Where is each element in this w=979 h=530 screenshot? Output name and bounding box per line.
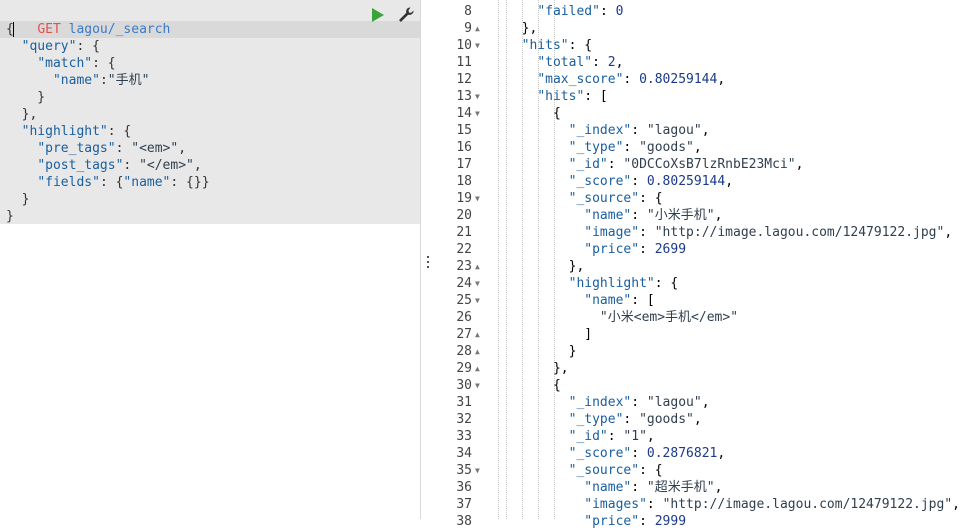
response-line: "name": [	[584, 293, 655, 308]
response-line: "name": "小米手机",	[584, 208, 723, 223]
http-method: GET	[37, 22, 61, 37]
line-number: 21	[456, 225, 472, 240]
line-number: 36	[456, 480, 472, 495]
line-number: 33	[456, 429, 472, 444]
response-line: "failed": 0	[537, 4, 624, 19]
response-line: }	[506, 344, 577, 359]
request-body-line[interactable]: },	[6, 106, 38, 123]
fold-expand-icon[interactable]: ▲	[475, 258, 483, 275]
request-body-line[interactable]: "match": {	[6, 55, 115, 72]
response-line: "hits": [	[537, 89, 608, 104]
response-line: "highlight": {	[568, 276, 679, 291]
line-number: 31	[456, 395, 472, 410]
response-line: "_type": "goods",	[568, 412, 702, 427]
line-number: 37	[456, 497, 472, 512]
fold-collapse-icon[interactable]: ▼	[475, 88, 483, 105]
fold-collapse-icon[interactable]: ▼	[475, 190, 483, 207]
line-number: 24	[456, 276, 472, 291]
request-body-line[interactable]: "pre_tags": "<em>",	[6, 140, 186, 157]
line-number: 29	[456, 361, 472, 376]
line-number: 15	[456, 123, 472, 138]
response-line: "_id": "0DCCoXsB7lzRnbE23Mci",	[568, 157, 804, 172]
fold-collapse-icon[interactable]: ▼	[475, 105, 483, 122]
response-line: ]	[506, 327, 593, 342]
line-number: 11	[456, 55, 472, 70]
line-number: 8	[464, 4, 472, 19]
response-line: "_type": "goods",	[568, 140, 702, 155]
request-editor-panel[interactable]: GET lagou/_search { "query": { "match": …	[0, 0, 421, 519]
line-number: 14	[456, 106, 472, 121]
line-number: 20	[456, 208, 472, 223]
response-panel[interactable]: 8 "failed": 0 9 ▲ }, 10 ▼ "hits": {11 "total…	[434, 0, 979, 529]
response-line: "_id": "1",	[568, 429, 655, 444]
line-number: 32	[456, 412, 472, 427]
request-body-line[interactable]: "name":"手机"	[6, 72, 149, 89]
line-number: 19	[456, 191, 472, 206]
text-cursor	[13, 22, 14, 37]
request-body-line[interactable]: }	[6, 208, 14, 225]
line-number: 12	[456, 72, 472, 87]
play-icon[interactable]	[372, 8, 384, 22]
request-body-line[interactable]: }	[6, 89, 45, 106]
line-number: 28	[456, 344, 472, 359]
response-line: "total": 2,	[537, 55, 624, 70]
fold-expand-icon[interactable]: ▲	[475, 360, 483, 377]
request-path: lagou/_search	[68, 22, 171, 37]
fold-collapse-icon[interactable]: ▼	[475, 292, 483, 309]
response-line: "_source": {	[568, 191, 663, 206]
response-line: "hits": {	[521, 38, 593, 53]
request-body-line[interactable]: "query": {	[6, 38, 100, 55]
fold-collapse-icon[interactable]: ▼	[475, 37, 483, 54]
response-line: "image": "http://image.lagou.com/1247912…	[584, 225, 953, 240]
line-number: 30	[456, 378, 472, 393]
response-line: "name": "超米手机",	[584, 480, 723, 495]
line-number: 25	[456, 293, 472, 308]
response-line: "_index": "lagou",	[568, 395, 710, 410]
line-number: 34	[456, 446, 472, 461]
response-line: },	[506, 259, 585, 274]
response-line: },	[506, 361, 569, 376]
response-line: "price": 2699	[584, 242, 687, 257]
line-number: 10	[456, 38, 472, 53]
line-number: 35	[456, 463, 472, 478]
fold-collapse-icon[interactable]: ▼	[475, 462, 483, 479]
line-number: 27	[456, 327, 472, 342]
line-number: 9	[464, 21, 472, 36]
fold-expand-icon[interactable]: ▲	[475, 326, 483, 343]
line-number: 17	[456, 157, 472, 172]
response-line: "_score": 0.2876821,	[568, 446, 726, 461]
line-number: 23	[456, 259, 472, 274]
request-body-line[interactable]: "post_tags": "</em>",	[6, 157, 201, 174]
fold-expand-icon[interactable]: ▲	[475, 20, 483, 37]
line-number: 18	[456, 174, 472, 189]
request-body-line[interactable]: "fields": {"name": {}}	[6, 174, 209, 191]
response-line: "max_score": 0.80259144,	[537, 72, 726, 87]
wrench-icon[interactable]	[397, 6, 415, 24]
line-number: 13	[456, 89, 472, 104]
line-number: 22	[456, 242, 472, 257]
response-line: "price": 2999	[584, 514, 687, 529]
response-line: "_source": {	[568, 463, 663, 478]
fold-expand-icon[interactable]: ▲	[475, 343, 483, 360]
request-body-line[interactable]: }	[6, 191, 30, 208]
line-number: 26	[456, 310, 472, 325]
fold-collapse-icon[interactable]: ▼	[475, 275, 483, 292]
request-body-line[interactable]: "highlight": {	[6, 123, 132, 140]
response-line: {	[506, 378, 561, 393]
response-line: "images": "http://image.lagou.com/124791…	[584, 497, 960, 512]
fold-collapse-icon[interactable]: ▼	[475, 377, 483, 394]
response-line: {	[506, 106, 561, 121]
response-line: "_score": 0.80259144,	[568, 174, 734, 189]
line-number: 16	[456, 140, 472, 155]
line-number: 38	[456, 514, 472, 529]
response-line: },	[506, 21, 538, 36]
request-line[interactable]: GET lagou/_search	[6, 4, 170, 37]
indent-guide	[498, 0, 499, 519]
vertical-dots-icon[interactable]	[426, 256, 430, 270]
response-line: "_index": "lagou",	[568, 123, 710, 138]
response-line: "小米<em>手机</em>"	[599, 310, 739, 325]
